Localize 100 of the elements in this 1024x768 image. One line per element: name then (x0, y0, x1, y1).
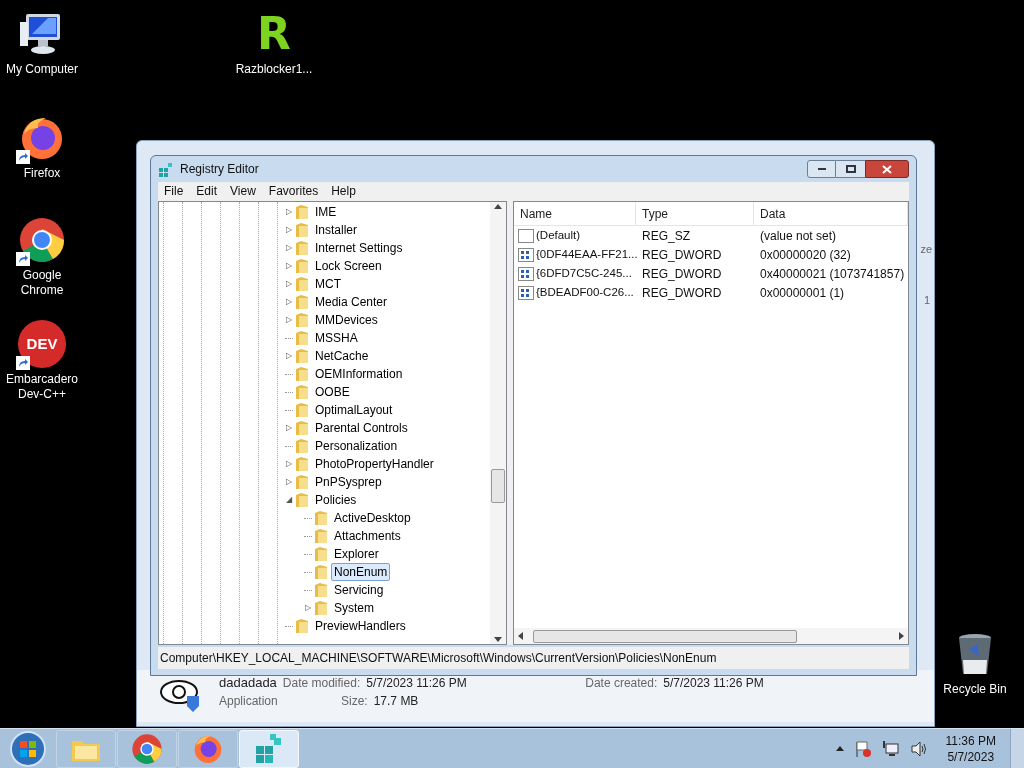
tree-item[interactable]: ActiveDesktop (331, 509, 414, 527)
expander-arrow[interactable]: ▷ (286, 244, 292, 252)
tree-item[interactable]: IME (312, 203, 340, 221)
desktop-icon-label[interactable]: Firefox (23, 166, 61, 181)
tree-item[interactable]: OOBE (312, 383, 353, 401)
date-created-value: 5/7/2023 11:26 PM (663, 675, 764, 692)
expander-arrow[interactable]: ▷ (286, 424, 292, 432)
desktop-icon-label[interactable]: Recycle Bin (943, 682, 1007, 697)
expander-arrow[interactable]: ▷ (286, 460, 292, 468)
shortcut-arrow-icon (16, 356, 30, 370)
tree-item[interactable]: Internet Settings (312, 239, 406, 257)
expander-arrow[interactable]: ▷ (286, 298, 292, 306)
tree-item[interactable]: System (331, 599, 377, 617)
flag-error-icon[interactable] (853, 739, 872, 758)
folder-icon (295, 474, 309, 490)
column-header[interactable]: Data (754, 202, 908, 225)
tree-item[interactable]: OEMInformation (312, 365, 406, 383)
tree-item[interactable]: PnPSysprep (312, 473, 385, 491)
desktop-icon-label[interactable]: Razblocker1... (235, 62, 313, 77)
scroll-thumb[interactable] (491, 469, 505, 503)
menu-item[interactable]: File (159, 182, 189, 200)
close-button[interactable] (865, 160, 909, 178)
tree-item[interactable]: Installer (312, 221, 361, 239)
value-name[interactable]: {0DF44EAA-FF21... (536, 245, 638, 264)
cubes-icon (158, 161, 174, 177)
vertical-scrollbar[interactable] (490, 202, 506, 644)
folder-icon (314, 528, 328, 544)
expander-arrow[interactable]: ▷ (305, 604, 311, 612)
taskbar-app-button[interactable] (117, 729, 177, 768)
tree-item[interactable]: NetCache (312, 347, 372, 365)
close-icon (882, 164, 892, 174)
scroll-down-icon[interactable] (494, 637, 502, 642)
scroll-left-icon[interactable] (518, 632, 523, 640)
scroll-up-icon[interactable] (494, 204, 502, 209)
column-header-fragment: ze (920, 242, 932, 257)
value-type: REG_DWORD (641, 246, 723, 264)
value-name[interactable]: (Default) (536, 226, 581, 245)
desktop-icon-label[interactable]: Embarcadero Dev-C++ (0, 372, 84, 402)
expander-arrow[interactable]: ◢ (286, 496, 292, 504)
window-title: Registry Editor (180, 161, 259, 178)
maximize-button[interactable] (836, 160, 865, 178)
value-name[interactable]: {BDEADF00-C26... (536, 283, 634, 302)
tree-item[interactable]: Servicing (331, 581, 387, 599)
folder-icon (295, 330, 309, 346)
expander-arrow[interactable]: ▷ (286, 316, 292, 324)
value-data: 0x40000021 (1073741857) (759, 265, 906, 283)
value-name[interactable]: {6DFD7C5C-245... (536, 264, 632, 283)
tree-item[interactable]: MCT (312, 275, 344, 293)
file-type: Application (219, 693, 279, 710)
clock-date: 5/7/2023 (947, 748, 995, 765)
minimize-button[interactable] (807, 160, 836, 178)
folder-icon (295, 384, 309, 400)
tree-item[interactable]: Lock Screen (312, 257, 385, 275)
scroll-right-icon[interactable] (899, 632, 904, 640)
desktop-icon-label[interactable]: Google Chrome (0, 268, 84, 298)
column-header[interactable]: Name (514, 202, 636, 225)
menu-item[interactable]: Help (326, 182, 361, 200)
tree-item[interactable]: PhotoPropertyHandler (312, 455, 437, 473)
show-hidden-icons-icon[interactable] (835, 746, 844, 751)
folder-icon (295, 222, 309, 238)
expander-arrow[interactable]: ▷ (286, 478, 292, 486)
expander-arrow[interactable]: ▷ (286, 280, 292, 288)
tree-item[interactable]: Media Center (312, 293, 391, 311)
menu-item[interactable]: Edit (191, 182, 223, 200)
value-data: 0x00000001 (1) (759, 284, 846, 302)
folder-icon (295, 420, 309, 436)
expander-arrow[interactable]: ▷ (286, 208, 292, 216)
tree-item[interactable]: NonEnum (331, 563, 391, 581)
letter-logo-icon: R (257, 12, 291, 56)
dev-logo-icon: DEV (18, 320, 66, 368)
tree-item[interactable]: PreviewHandlers (312, 617, 409, 635)
tree-item[interactable]: MMDevices (312, 311, 381, 329)
scroll-thumb[interactable] (533, 629, 797, 643)
expander-arrow[interactable]: ▷ (286, 262, 292, 270)
taskbar-app-button[interactable] (178, 729, 238, 768)
value-type: REG_DWORD (641, 284, 723, 302)
table-cell-text: 1 (923, 293, 930, 308)
column-header[interactable]: Type (636, 202, 754, 225)
expander-arrow[interactable]: ▷ (286, 226, 292, 234)
tree-item[interactable]: Policies (312, 491, 360, 509)
network-icon[interactable] (881, 739, 900, 758)
menu-item[interactable]: View (225, 182, 261, 200)
folder-icon (295, 240, 309, 256)
folder-icon (295, 312, 309, 328)
file-name: dadadada (219, 674, 277, 692)
tree-item[interactable]: Explorer (331, 545, 382, 563)
desktop-icon-label[interactable]: My Computer (6, 62, 78, 77)
tree-item[interactable]: Parental Controls (312, 419, 411, 437)
clock[interactable]: 11:36 PM 5/7/2023 (945, 732, 996, 765)
menu-item[interactable]: Favorites (263, 182, 324, 200)
expander-arrow[interactable]: ▷ (286, 352, 292, 360)
tree-item[interactable]: MSSHA (312, 329, 361, 347)
tree-item[interactable]: Personalization (312, 437, 401, 455)
horizontal-scrollbar[interactable] (514, 628, 908, 644)
value-data: (value not set) (759, 227, 838, 245)
tree-item[interactable]: OptimalLayout (312, 401, 396, 419)
tree-item[interactable]: Attachments (331, 527, 404, 545)
date-modified-label: Date modified: (282, 675, 361, 692)
start-orb-icon[interactable] (8, 729, 48, 768)
speaker-icon[interactable] (909, 739, 928, 758)
